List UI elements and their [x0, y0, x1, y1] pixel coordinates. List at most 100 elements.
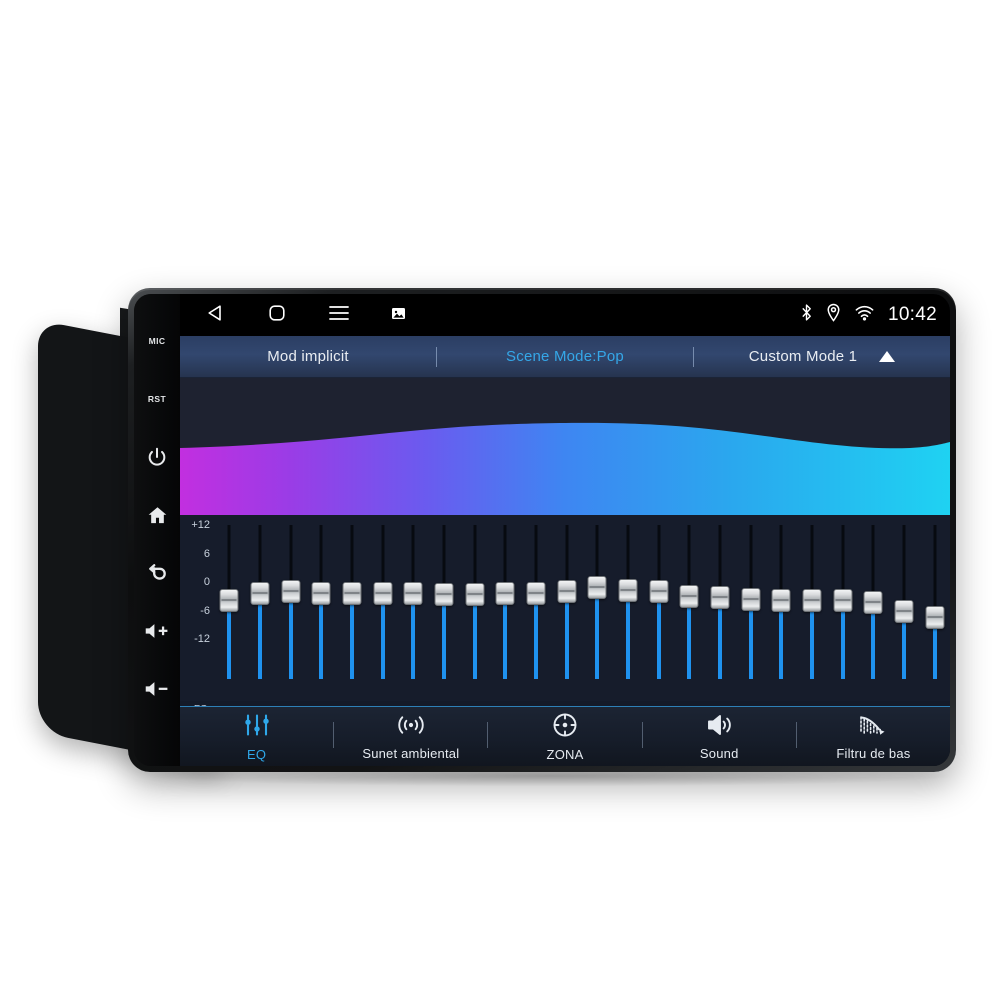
slider-track-lower — [534, 592, 539, 679]
slider-thumb[interactable] — [802, 589, 822, 613]
eq-curve-visualizer — [180, 378, 950, 515]
eq-band-315[interactable] — [674, 515, 705, 701]
slider-thumb[interactable] — [465, 583, 485, 607]
home-icon — [267, 303, 287, 328]
eq-band-80[interactable] — [398, 515, 429, 701]
location-icon — [826, 303, 841, 327]
eq-band-95[interactable] — [429, 515, 460, 701]
eq-band-235[interactable] — [613, 515, 644, 701]
eq-band-20[interactable] — [214, 515, 245, 701]
slider-thumb[interactable] — [710, 586, 730, 610]
eq-band-600[interactable] — [797, 515, 828, 701]
reset-key-label: RST — [147, 394, 167, 404]
slider-thumb[interactable] — [495, 581, 515, 605]
mic-key[interactable]: MIC — [134, 312, 180, 370]
tab-sunet-ambiental[interactable]: Sunet ambiental — [334, 713, 487, 761]
slider-thumb[interactable] — [833, 589, 853, 613]
eq-band-40[interactable] — [275, 515, 306, 701]
slider-thumb[interactable] — [526, 581, 546, 605]
eq-band-500[interactable] — [766, 515, 797, 701]
default-mode-button[interactable]: Mod implicit — [180, 348, 436, 365]
eq-band-275[interactable] — [643, 515, 674, 701]
eq-band-125[interactable] — [490, 515, 521, 701]
slider-thumb[interactable] — [250, 581, 270, 605]
reset-key[interactable]: RST — [134, 370, 180, 428]
custom-mode-label: Custom Mode 1 — [748, 348, 858, 365]
bass-filter-icon — [858, 713, 888, 742]
eq-band-70[interactable] — [367, 515, 398, 701]
slider-thumb[interactable] — [434, 583, 454, 607]
custom-mode-button[interactable]: Custom Mode 1 — [694, 348, 950, 365]
nav-screenshot-button[interactable] — [370, 294, 426, 336]
eq-band-110[interactable] — [459, 515, 490, 701]
lcd-screen: 10:42 Mod implicit Scene Mode:Pop Custom… — [180, 294, 950, 766]
tab-eq[interactable]: EQ — [180, 712, 333, 762]
eq-band-30[interactable] — [245, 515, 276, 701]
slider-track-upper — [933, 525, 937, 618]
eq-band-175[interactable] — [551, 515, 582, 701]
status-clock: 10:42 — [887, 304, 937, 325]
scene-mode-button[interactable]: Scene Mode:Pop — [437, 348, 693, 365]
eq-band-800[interactable] — [858, 515, 889, 701]
slider-thumb[interactable] — [219, 589, 239, 613]
car-head-unit: MIC RST 10:42 Mod implicit Scene Mode:Po… — [128, 288, 956, 772]
slider-track-lower — [380, 592, 385, 679]
slider-thumb[interactable] — [557, 580, 577, 604]
volume-down-icon — [144, 679, 170, 699]
caret-up-icon[interactable] — [879, 351, 896, 362]
eq-curve-svg — [180, 378, 950, 515]
nav-home-button[interactable] — [246, 294, 308, 336]
eq-band-375[interactable] — [705, 515, 736, 701]
navigation-buttons — [184, 294, 426, 336]
eq-band-920[interactable] — [919, 515, 950, 701]
tab-label: Sunet ambiental — [362, 745, 460, 761]
power-key[interactable] — [134, 428, 180, 486]
zone-icon — [552, 712, 578, 743]
tab-sound[interactable]: Sound — [643, 713, 796, 761]
slider-thumb[interactable] — [403, 581, 423, 605]
volume-down-key[interactable] — [134, 660, 180, 718]
slider-track-lower — [718, 597, 723, 679]
slider-thumb[interactable] — [587, 575, 607, 599]
slider-thumb[interactable] — [649, 580, 669, 604]
eq-band-860[interactable] — [889, 515, 920, 701]
gain-scale: +12 6 0 -6 -12 — [180, 515, 214, 701]
tab-label: ZONA — [546, 746, 584, 762]
slider-track-lower — [595, 586, 600, 679]
slider-thumb[interactable] — [618, 578, 638, 602]
slider-thumb[interactable] — [311, 581, 331, 605]
slider-thumb[interactable] — [741, 587, 761, 611]
slider-thumb[interactable] — [679, 584, 699, 608]
slider-thumb[interactable] — [342, 581, 362, 605]
slider-thumb[interactable] — [281, 580, 301, 604]
home-key[interactable] — [134, 486, 180, 544]
eq-band-sliders — [214, 515, 950, 701]
nav-menu-button[interactable] — [308, 294, 370, 336]
eq-band-60[interactable] — [337, 515, 368, 701]
eq-band-435[interactable] — [735, 515, 766, 701]
slider-track-lower — [442, 594, 447, 679]
slider-thumb[interactable] — [863, 591, 883, 614]
eq-band-700[interactable] — [827, 515, 858, 701]
bottom-tab-bar: EQ Sunet ambiental ZONA Sound Filtru de bas — [180, 706, 950, 766]
slider-track-lower — [288, 591, 293, 679]
nav-back-button[interactable] — [184, 294, 246, 336]
eq-band-200[interactable] — [582, 515, 613, 701]
tab-filtru-de-bas[interactable]: Filtru de bas — [797, 713, 950, 761]
tab-zona[interactable]: ZONA — [488, 712, 641, 762]
scale-label: 6 — [203, 548, 210, 560]
mic-key-label: MIC — [148, 336, 166, 346]
scale-label: -12 — [194, 633, 210, 645]
slider-track-lower — [411, 592, 416, 679]
slider-thumb[interactable] — [373, 581, 393, 605]
slider-thumb[interactable] — [771, 589, 791, 613]
back-key[interactable] — [134, 544, 180, 602]
volume-up-icon — [144, 621, 170, 641]
speaker-icon — [705, 713, 733, 742]
slider-thumb[interactable] — [894, 600, 914, 624]
volume-up-key[interactable] — [134, 602, 180, 660]
eq-band-150[interactable] — [521, 515, 552, 701]
eq-band-50[interactable] — [306, 515, 337, 701]
slider-thumb[interactable] — [925, 606, 945, 630]
slider-track-lower — [687, 595, 692, 679]
